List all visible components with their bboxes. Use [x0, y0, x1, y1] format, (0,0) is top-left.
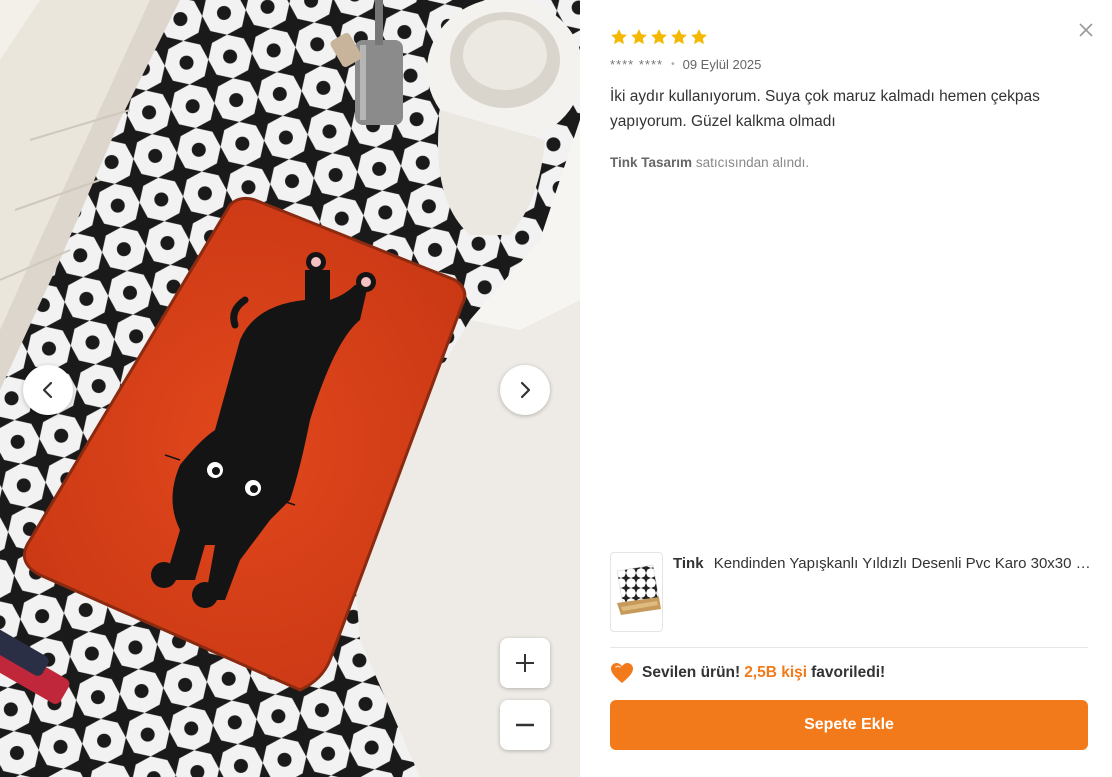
star-rating	[610, 28, 708, 46]
heart-icon	[611, 663, 633, 683]
close-icon[interactable]	[1076, 20, 1096, 40]
review-meta: **** **** • 09 Eylül 2025	[610, 57, 761, 72]
star-icon	[611, 29, 627, 45]
product-brand: Tink	[673, 555, 704, 572]
review-date: 09 Eylül 2025	[682, 57, 762, 72]
review-photo-viewer	[0, 0, 580, 777]
chevron-right-icon	[520, 381, 531, 399]
add-to-cart-button[interactable]: Sepete Ekle	[610, 700, 1088, 750]
star-icon	[671, 29, 687, 45]
product-title[interactable]: Tink Kendinden Yapışkanlı Yıldızlı Desen…	[673, 555, 1093, 572]
plus-icon	[516, 654, 534, 672]
star-icon	[651, 29, 667, 45]
review-text: İki aydır kullanıyorum. Suya çok maruz k…	[610, 88, 1040, 130]
favorite-banner: Sevilen ürün! 2,5B kişi favoriledi!	[610, 662, 885, 684]
separator-dot: •	[671, 59, 675, 70]
star-icon	[691, 29, 707, 45]
seller-suffix: satıcısından alındı.	[695, 155, 810, 170]
zoom-out-button[interactable]	[500, 700, 550, 750]
favorite-suffix: favoriledi!	[811, 664, 886, 681]
next-photo-button[interactable]	[500, 365, 550, 415]
reviewer-name: **** ****	[610, 57, 664, 72]
minus-icon	[516, 723, 534, 727]
favorite-prefix: Sevilen ürün!	[642, 664, 741, 681]
product-card[interactable]: Tink Kendinden Yapışkanlı Yıldızlı Desen…	[610, 552, 1093, 648]
zoom-in-button[interactable]	[500, 638, 550, 688]
chevron-left-icon	[42, 381, 53, 399]
previous-photo-button[interactable]	[23, 365, 73, 415]
review-photo	[0, 0, 580, 777]
seller-name[interactable]: Tink Tasarım	[610, 155, 692, 170]
product-thumbnail[interactable]	[610, 552, 663, 632]
product-image	[616, 564, 661, 615]
product-name: Kendinden Yapışkanlı Yıldızlı Desenli Pv…	[713, 555, 1093, 572]
seller-info: Tink Tasarım satıcısından alındı.	[610, 155, 809, 170]
favorite-count: 2,5B kişi	[744, 664, 808, 681]
star-icon	[631, 29, 647, 45]
review-detail-panel: **** **** • 09 Eylül 2025 İki aydır kull…	[580, 0, 1112, 777]
